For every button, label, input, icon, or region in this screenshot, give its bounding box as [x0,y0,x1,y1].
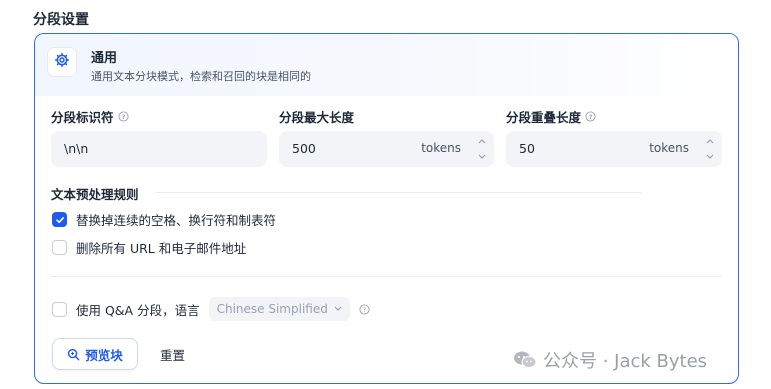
overlap-unit: tokens [649,141,689,155]
chunk-settings-card[interactable]: 通用 通用文本分块模式，检索和召回的块是相同的 分段标识符 ? 分段最大长度 分… [34,33,739,384]
rule-remove-urls[interactable]: 删除所有 URL 和电子邮件地址 [52,238,246,257]
overlap-value: 50 [519,141,535,156]
mode-title: 通用 [91,51,118,66]
mode-icon-box [47,47,77,77]
checkbox-unchecked[interactable] [52,240,67,255]
overlap-label: 分段重叠长度 ? [506,107,596,126]
svg-text:?: ? [363,305,366,313]
checkmark-icon [55,216,64,223]
chevron-down-icon[interactable] [478,154,486,160]
help-icon[interactable]: ? [359,303,370,315]
wechat-icon [514,351,537,368]
preview-button-label: 预览块 [85,347,123,363]
mode-header: 通用 通用文本分块模式，检索和召回的块是相同的 [35,34,738,96]
chevron-up-icon[interactable] [706,138,714,144]
language-select[interactable]: Chinese Simplified [208,297,350,321]
rule-label: 删除所有 URL 和电子邮件地址 [76,241,247,256]
help-icon[interactable]: ? [585,111,596,122]
rule-replace-whitespace[interactable]: 替换掉连续的空格、换行符和制表符 [52,210,276,229]
svg-text:?: ? [121,113,125,121]
chevron-down-icon[interactable] [706,154,714,160]
max-length-label: 分段最大长度 [279,110,355,125]
max-length-value: 500 [292,141,316,156]
svg-text:?: ? [589,113,593,121]
qa-label: 使用 Q&A 分段，语言 [76,302,200,318]
chevron-down-icon [334,306,342,311]
identifier-label-text: 分段标识符 [51,110,114,125]
identifier-input[interactable]: \n\n [51,131,267,167]
max-length-unit: tokens [421,141,461,155]
rule-label: 替换掉连续的空格、换行符和制表符 [76,213,277,228]
identifier-label: 分段标识符 ? [51,107,129,126]
help-icon[interactable]: ? [117,111,129,122]
overlap-label-text: 分段重叠长度 [506,110,582,125]
rules-divider [155,192,641,193]
qa-option[interactable]: 使用 Q&A 分段，语言 Chinese Simplified ? [52,297,370,321]
mode-description: 通用文本分块模式，检索和召回的块是相同的 [91,70,311,83]
rules-title: 文本预处理规则 [51,187,139,202]
overlap-input[interactable]: 50 tokens [506,131,722,167]
chevron-up-icon[interactable] [478,138,486,144]
search-icon [68,348,80,360]
section-title: 分段设置 [33,12,89,28]
gear-icon [54,52,70,72]
overlap-stepper[interactable] [705,138,715,160]
identifier-value: \n\n [64,141,89,156]
watermark-text: 公众号 · Jack Bytes [543,351,708,372]
preview-button[interactable]: 预览块 [52,338,138,370]
language-value: Chinese Simplified [216,302,328,316]
reset-button[interactable]: 重置 [160,338,185,370]
max-length-input[interactable]: 500 tokens [279,131,494,167]
section-divider [51,276,721,277]
checkbox-checked[interactable] [52,212,67,227]
watermark: 公众号 · Jack Bytes [513,347,707,373]
max-length-stepper[interactable] [477,138,487,160]
qa-checkbox[interactable] [52,301,67,317]
